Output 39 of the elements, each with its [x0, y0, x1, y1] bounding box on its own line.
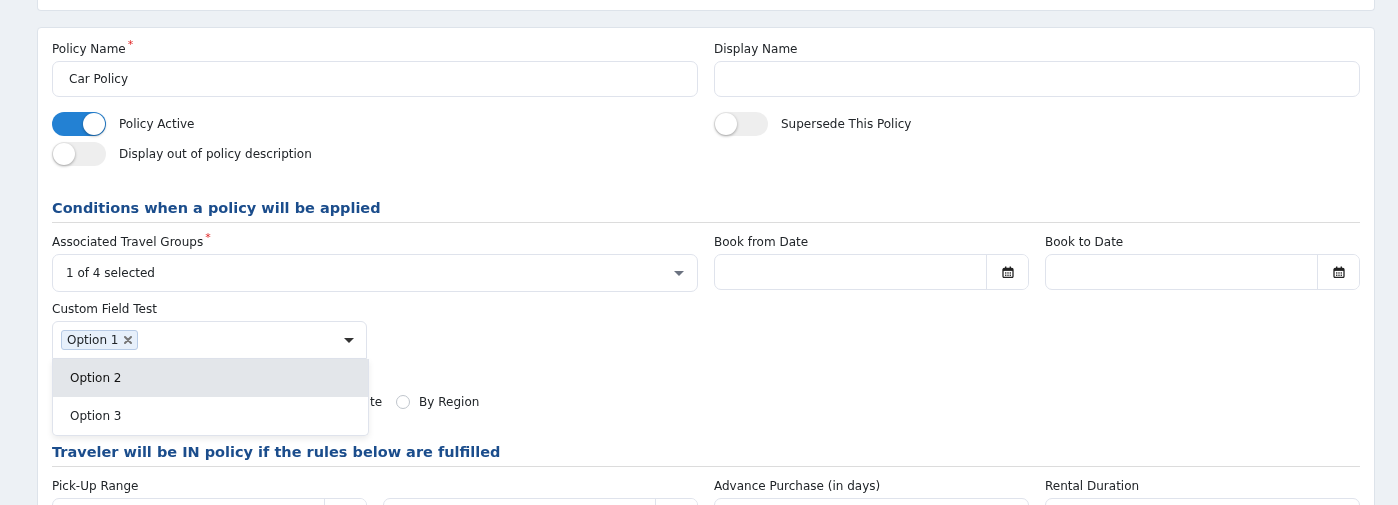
- calendar-button[interactable]: [986, 255, 1028, 289]
- toggle-switch[interactable]: [714, 111, 768, 136]
- x-icon: [123, 336, 132, 344]
- date-field[interactable]: [714, 254, 1029, 290]
- section-heading: Traveler will be IN policy if the rules below are fulfilled: [52, 442, 1360, 467]
- field-label: Rental Duration: [1045, 478, 1140, 495]
- radio-button[interactable]: [396, 395, 411, 409]
- field-label: Advance Purchase (in days): [714, 478, 881, 495]
- calendar-icon: [1001, 266, 1014, 278]
- text-field[interactable]: [714, 61, 1360, 97]
- field-label: Pick-Up Range: [52, 478, 139, 495]
- caret-icon: [674, 270, 684, 276]
- toggle-switch[interactable]: [52, 141, 106, 166]
- field-label: Book to Date: [1045, 234, 1124, 251]
- dropdown[interactable]: 1 of 4 selected: [52, 254, 698, 292]
- menu-option[interactable]: Option 2: [53, 359, 368, 397]
- dropdown-value: 1 of 4 selected: [66, 266, 155, 280]
- tag-label: Option 1: [67, 333, 119, 347]
- toggle-label: Supersede This Policy: [781, 116, 912, 131]
- menu-option[interactable]: Option 3: [53, 397, 368, 435]
- required-mark: *: [205, 233, 211, 243]
- radio-label: te: [370, 395, 383, 409]
- field-label: Custom Field Test: [52, 301, 157, 318]
- field-label: Associated Travel Groups: [52, 234, 204, 251]
- radio-label: By Region: [419, 395, 480, 409]
- toggle-label: Policy Active: [119, 116, 195, 131]
- caret-icon: [344, 337, 354, 343]
- toggle-label: Display out of policy description: [119, 146, 312, 161]
- selected-tag[interactable]: Option 1: [61, 330, 138, 350]
- required-mark: *: [127, 40, 134, 50]
- field-label: Policy Name: [52, 41, 126, 58]
- field-label: Display Name: [714, 41, 798, 58]
- field-label: Book from Date: [714, 234, 809, 251]
- calendar-icon: [1332, 266, 1345, 278]
- section-heading: Conditions when a policy will be applied: [52, 198, 1360, 223]
- calendar-button[interactable]: [1317, 255, 1359, 289]
- toggle-switch[interactable]: [52, 111, 106, 136]
- text-field[interactable]: Car Policy: [52, 61, 698, 97]
- date-field[interactable]: [1045, 254, 1360, 290]
